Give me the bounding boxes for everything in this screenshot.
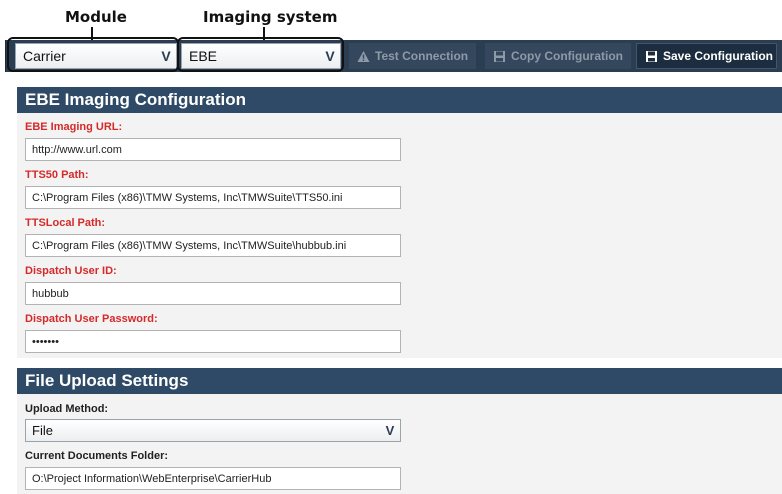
ttslocal-path-label: TTSLocal Path: <box>25 217 106 229</box>
tts50-path-value: C:\Program Files (x86)\TMW Systems, Inc\… <box>32 191 343 204</box>
ttslocal-path-value: C:\Program Files (x86)\TMW Systems, Inc\… <box>32 239 347 252</box>
chevron-down-icon: V <box>385 423 395 438</box>
ebe-url-value: http://www.url.com <box>32 143 122 156</box>
imaging-callout-label: Imaging system <box>203 8 338 26</box>
module-select-value: Carrier <box>23 48 66 64</box>
ebe-url-label: EBE Imaging URL: <box>25 121 123 133</box>
ebe-url-input[interactable]: http://www.url.com <box>25 138 401 161</box>
documents-folder-value: O:\Project Information\WebEnterprise\Car… <box>32 472 272 485</box>
save-configuration-button[interactable]: Save Configuration <box>636 43 777 69</box>
chevron-down-icon: V <box>161 48 171 64</box>
dispatch-password-value: ••••••• <box>32 335 59 348</box>
module-callout-line <box>91 27 93 40</box>
imaging-select-value: EBE <box>189 48 218 64</box>
save-disk-icon <box>493 50 506 63</box>
dispatch-user-id-value: hubbub <box>32 287 69 300</box>
dispatch-user-id-label: Dispatch User ID: <box>25 265 117 277</box>
copy-configuration-label: Copy Configuration <box>511 49 623 63</box>
dispatch-password-input[interactable]: ••••••• <box>25 330 401 353</box>
toolbar: Carrier V EBE V Test Connection Copy Con… <box>5 40 782 72</box>
module-callout-label: Module <box>65 8 127 26</box>
ebe-section-header: EBE Imaging Configuration <box>17 87 782 113</box>
upload-method-label: Upload Method: <box>25 403 109 415</box>
upload-section-header: File Upload Settings <box>17 368 782 394</box>
upload-section-title: File Upload Settings <box>25 371 189 390</box>
ebe-section-title: EBE Imaging Configuration <box>25 90 246 109</box>
imaging-system-select[interactable]: EBE V <box>181 43 341 69</box>
ttslocal-path-input[interactable]: C:\Program Files (x86)\TMW Systems, Inc\… <box>25 234 401 257</box>
upload-method-value: File <box>32 423 53 438</box>
imaging-callout-line <box>263 27 265 40</box>
dispatch-password-label: Dispatch User Password: <box>25 313 158 325</box>
test-connection-label: Test Connection <box>375 49 469 63</box>
tts50-path-label: TTS50 Path: <box>25 169 89 181</box>
save-configuration-label: Save Configuration <box>663 49 774 63</box>
warning-icon <box>357 50 370 63</box>
documents-folder-input[interactable]: O:\Project Information\WebEnterprise\Car… <box>25 467 401 490</box>
documents-folder-label: Current Documents Folder: <box>25 450 169 462</box>
dispatch-user-id-input[interactable]: hubbub <box>25 282 401 305</box>
chevron-down-icon: V <box>325 48 335 64</box>
save-disk-icon <box>645 50 658 63</box>
test-connection-button[interactable]: Test Connection <box>349 43 477 69</box>
copy-configuration-button[interactable]: Copy Configuration <box>485 43 631 69</box>
module-select[interactable]: Carrier V <box>15 43 177 69</box>
upload-method-select[interactable]: File V <box>25 419 401 442</box>
tts50-path-input[interactable]: C:\Program Files (x86)\TMW Systems, Inc\… <box>25 186 401 209</box>
